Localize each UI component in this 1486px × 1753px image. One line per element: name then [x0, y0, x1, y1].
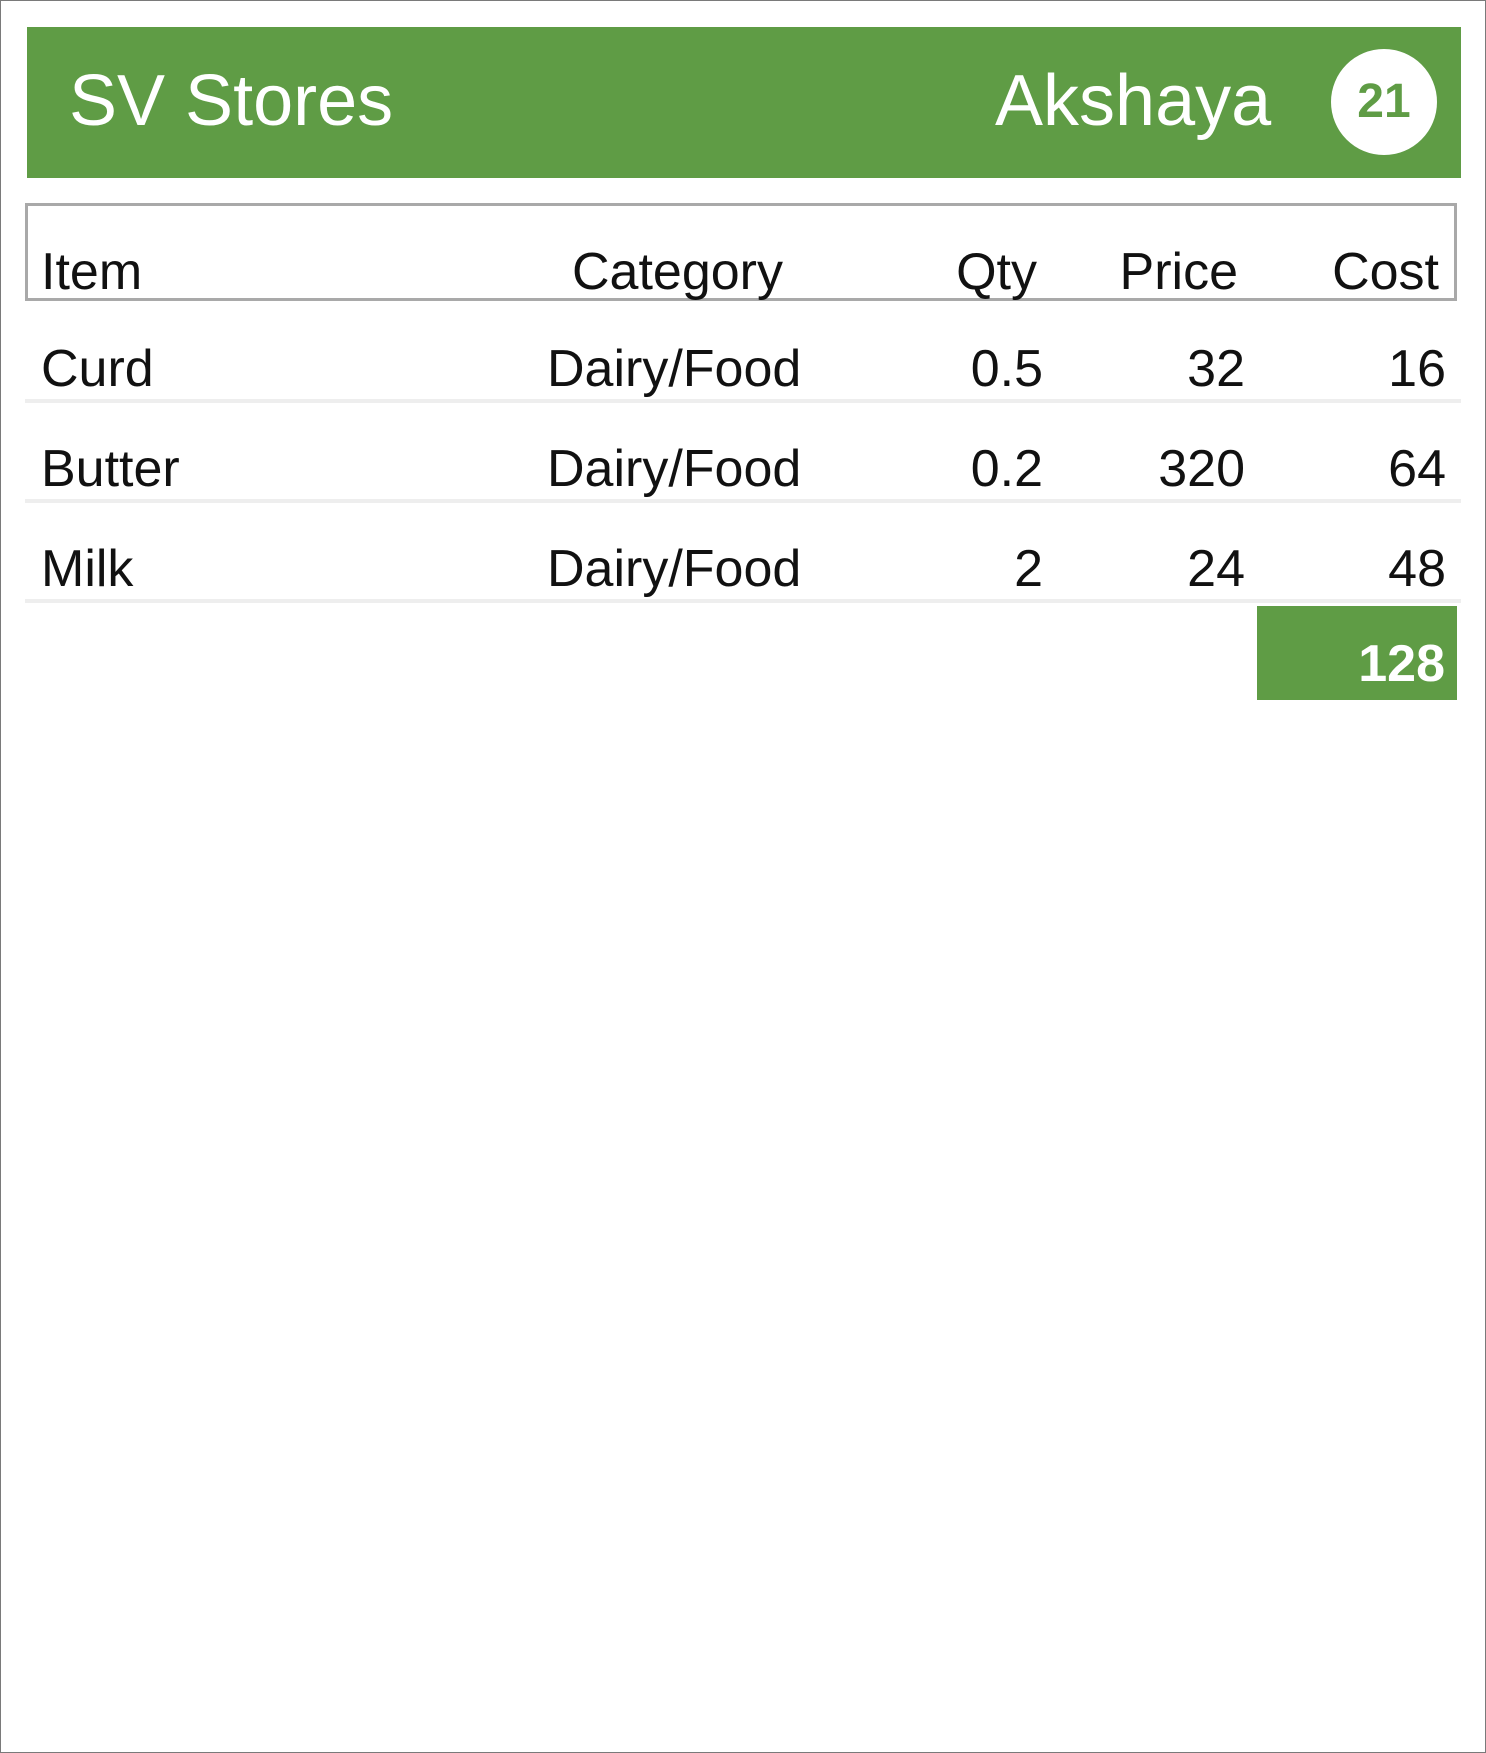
qty-cell: 0.5 — [970, 340, 1043, 398]
category-cell: Dairy/Food — [547, 540, 802, 598]
column-header-cost: Cost — [1332, 243, 1439, 301]
price-cell: 32 — [1187, 340, 1245, 398]
item-cell: Butter — [41, 440, 180, 498]
column-header-item: Item — [41, 243, 143, 301]
table-header: Item Category Qty Price Cost — [25, 203, 1457, 301]
column-header-price: Price — [1119, 243, 1238, 301]
item-cell: Curd — [41, 340, 154, 398]
item-cell: Milk — [41, 540, 134, 598]
price-cell: 24 — [1187, 540, 1245, 598]
price-cell: 320 — [1158, 440, 1245, 498]
cost-cell: 64 — [1388, 440, 1446, 498]
total-cost: 128 — [1257, 606, 1457, 700]
table-row: Milk Dairy/Food 2 24 48 — [25, 507, 1461, 603]
category-cell: Dairy/Food — [547, 440, 802, 498]
store-name: SV Stores — [69, 61, 394, 141]
column-header-category: Category — [572, 243, 783, 301]
column-header-qty: Qty — [956, 243, 1037, 301]
table-row: Butter Dairy/Food 0.2 320 64 — [25, 407, 1461, 503]
count-badge: 21 — [1331, 49, 1437, 155]
table-row: Curd Dairy/Food 0.5 32 16 — [25, 307, 1461, 403]
cost-cell: 16 — [1388, 340, 1446, 398]
cost-cell: 48 — [1388, 540, 1446, 598]
category-cell: Dairy/Food — [547, 340, 802, 398]
qty-cell: 2 — [1014, 540, 1043, 598]
app-frame: SV Stores Akshaya 21 Item Category Qty P… — [0, 0, 1486, 1753]
qty-cell: 0.2 — [970, 440, 1043, 498]
header-bar: SV Stores Akshaya 21 — [27, 27, 1461, 178]
customer-name: Akshaya — [995, 61, 1272, 141]
